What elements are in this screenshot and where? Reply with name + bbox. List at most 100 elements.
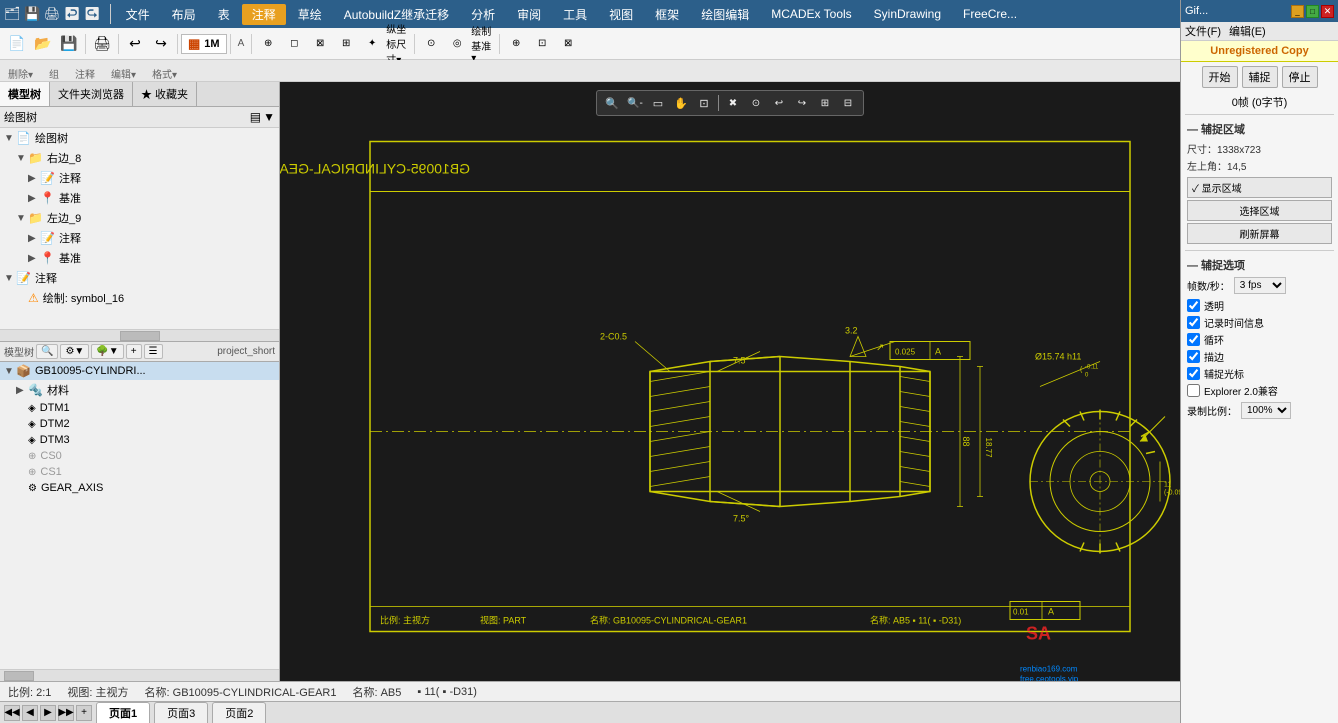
view-btn1[interactable]: ✖ — [722, 93, 744, 113]
nav-last-btn[interactable]: ▶▶ — [58, 705, 74, 721]
dim-btn5[interactable]: ✦ — [359, 32, 385, 56]
maximize-btn[interactable]: □ — [1306, 5, 1319, 18]
mt-dtm3[interactable]: ◈ DTM3 — [0, 432, 279, 448]
mt-material[interactable]: ▶ 🔩 材料 — [0, 380, 279, 400]
save-btn[interactable]: 💾 — [56, 32, 82, 56]
tree-drawing-root[interactable]: ▼ 📄 绘图树 — [0, 128, 279, 148]
refresh-btn[interactable]: 刷新屏幕 — [1187, 223, 1332, 244]
mt-dtm2[interactable]: ◈ DTM2 — [0, 416, 279, 432]
mt-expand-btn[interactable]: 🌳▼ — [91, 344, 123, 359]
zoom-out-btn[interactable]: 🔍- — [624, 93, 646, 113]
hscroll-model[interactable] — [0, 669, 279, 681]
timestamp-checkbox[interactable] — [1187, 316, 1200, 329]
close-btn[interactable]: ✕ — [1321, 5, 1334, 18]
menu-analysis[interactable]: 分析 — [461, 4, 505, 25]
menu-frame[interactable]: 框架 — [645, 4, 689, 25]
mt-cs0[interactable]: ⊕ CS0 — [0, 448, 279, 464]
nav-prev-btn[interactable]: ◀ — [22, 705, 38, 721]
undo-btn[interactable]: ↩ — [122, 32, 148, 56]
view-btn4[interactable]: ↪ — [791, 93, 813, 113]
snap-edge-checkbox[interactable] — [1187, 350, 1200, 363]
nav-add-btn[interactable]: + — [76, 705, 92, 721]
dim-btn3[interactable]: ⊠ — [307, 32, 333, 56]
open-btn[interactable]: 📂 — [30, 32, 56, 56]
nav-first-btn[interactable]: ◀◀ — [4, 705, 20, 721]
menu-view[interactable]: 视图 — [599, 4, 643, 25]
mt-filter-btn[interactable]: 🔍 — [36, 344, 58, 359]
start-btn[interactable]: 开始 — [1202, 66, 1238, 88]
extra-btn1[interactable]: ⊙ — [418, 32, 444, 56]
explorer-checkbox[interactable] — [1187, 384, 1200, 397]
page-tab-1[interactable]: 页面1 — [96, 702, 150, 723]
menu-sketch[interactable]: 草绘 — [288, 4, 332, 25]
transparent-checkbox[interactable] — [1187, 299, 1200, 312]
hscroll-model-thumb[interactable] — [4, 671, 34, 681]
menu-annotation[interactable]: 注释 — [242, 4, 286, 25]
tree-datum-right[interactable]: ▶ 📍 基准 — [0, 188, 279, 208]
tree-annotation-right[interactable]: ▶ 📝 注释 — [0, 168, 279, 188]
zoom-window-btn[interactable]: ▭ — [647, 93, 669, 113]
menu-tools[interactable]: 工具 — [553, 4, 597, 25]
gif-menu-edit[interactable]: 编辑(E) — [1229, 23, 1266, 39]
menu-layout[interactable]: 布局 — [162, 4, 206, 25]
nav-next-btn[interactable]: ▶ — [40, 705, 56, 721]
print-btn[interactable]: 🖨 — [89, 32, 115, 56]
dim-btn4[interactable]: ⊞ — [333, 32, 359, 56]
extra-btn2[interactable]: ◎ — [444, 32, 470, 56]
tree-left-9[interactable]: ▼ 📁 左边_9 — [0, 208, 279, 228]
mt-menu-btn[interactable]: ☰ — [144, 344, 163, 359]
select-region-btn[interactable]: 选择区域 — [1187, 200, 1332, 221]
hscroll-thumb[interactable] — [120, 331, 160, 341]
record-btn[interactable]: 辅捉 — [1242, 66, 1278, 88]
coord-btn[interactable]: 纵坐标尺寸▾ — [385, 32, 411, 56]
mt-cs1[interactable]: ⊕ CS1 — [0, 464, 279, 480]
scale-select[interactable]: 100% 75% 50% — [1241, 402, 1291, 419]
menu-drawing-edit[interactable]: 绘图编辑 — [691, 4, 759, 25]
tree-annotation-root[interactable]: ▼ 📝 注释 — [0, 268, 279, 288]
menu-syindrawing[interactable]: SyinDrawing — [864, 5, 951, 23]
draw-base-btn[interactable]: 绘制基准▾ — [470, 32, 496, 56]
show-region-btn[interactable]: ✓ 显示区域 — [1187, 177, 1332, 198]
menu-table[interactable]: 表 — [208, 4, 240, 25]
gif-menu-file[interactable]: 文件(F) — [1185, 23, 1221, 39]
view-btn3[interactable]: ↩ — [768, 93, 790, 113]
view-btn5[interactable]: ⊞ — [814, 93, 836, 113]
extra-btn4[interactable]: ⊡ — [529, 32, 555, 56]
minimize-btn[interactable]: _ — [1291, 5, 1304, 18]
stop-btn[interactable]: 停止 — [1282, 66, 1318, 88]
mt-settings-btn[interactable]: ⚙▼ — [60, 344, 89, 359]
dim-btn1[interactable]: ⊕ — [255, 32, 281, 56]
pan-btn[interactable]: ✋ — [670, 93, 692, 113]
new-btn[interactable]: 📄 — [4, 32, 30, 56]
view-btn2[interactable]: ⊙ — [745, 93, 767, 113]
menu-freecre[interactable]: FreeCre... — [953, 5, 1027, 23]
view-btn6[interactable]: ⊟ — [837, 93, 859, 113]
tree-annotation-left[interactable]: ▶ 📝 注释 — [0, 228, 279, 248]
tab-file-browser[interactable]: 文件夹浏览器 — [50, 82, 133, 106]
fps-select[interactable]: 3 fps 5 fps 10 fps — [1234, 277, 1286, 294]
mt-add-btn[interactable]: + — [126, 344, 142, 359]
tab-favorites[interactable]: ★ 收藏夹 — [133, 82, 197, 106]
mt-dtm1[interactable]: ◈ DTM1 — [0, 400, 279, 416]
mt-gear-axis[interactable]: ⚙ GEAR_AXIS — [0, 480, 279, 496]
mt-root[interactable]: ▼ 📦 GB10095-CYLINDRI... — [0, 362, 279, 380]
extra-btn5[interactable]: ⊠ — [555, 32, 581, 56]
tree-settings-btn[interactable]: ▼ — [263, 110, 275, 124]
menu-file[interactable]: 文件 — [116, 4, 160, 25]
hscroll-drawing[interactable] — [0, 329, 279, 341]
tree-right-8[interactable]: ▼ 📁 右边_8 — [0, 148, 279, 168]
extra-btn3[interactable]: ⊕ — [503, 32, 529, 56]
page-tab-3[interactable]: 页面3 — [154, 702, 208, 723]
tree-expand-btn[interactable]: ▤ — [250, 110, 261, 124]
menu-review[interactable]: 审阅 — [507, 4, 551, 25]
tree-symbol16[interactable]: ⚠ 绘制: symbol_16 — [0, 288, 279, 308]
tree-datum-left[interactable]: ▶ 📍 基准 — [0, 248, 279, 268]
redo-btn[interactable]: ↪ — [148, 32, 174, 56]
dim-btn2[interactable]: ◻ — [281, 32, 307, 56]
loop-checkbox[interactable] — [1187, 333, 1200, 346]
zoom-in-btn[interactable]: 🔍 — [601, 93, 623, 113]
page-tab-2[interactable]: 页面2 — [212, 702, 266, 723]
tab-model-tree-top[interactable]: 模型树 — [0, 82, 50, 106]
snap-cursor-checkbox[interactable] — [1187, 367, 1200, 380]
menu-mcadex[interactable]: MCADEx Tools — [761, 5, 861, 23]
